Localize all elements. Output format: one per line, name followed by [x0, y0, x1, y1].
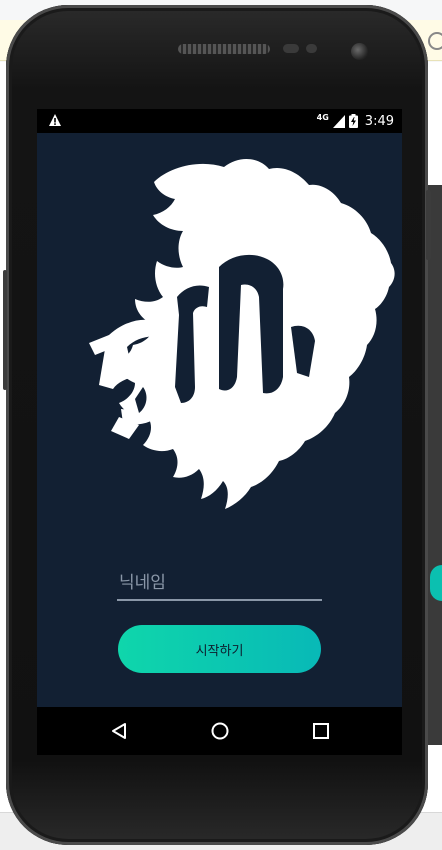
- status-clock: 3:49: [364, 113, 394, 129]
- app-screen: 시작하기: [37, 133, 402, 707]
- proximity-sensor: [283, 44, 299, 53]
- ide-side-teal-shape: [430, 565, 442, 601]
- start-button[interactable]: 시작하기: [118, 625, 321, 673]
- status-bar: 4G 3:49: [37, 109, 402, 133]
- signal-icon: [332, 114, 345, 128]
- back-triangle-icon[interactable]: [109, 721, 129, 741]
- nickname-input[interactable]: [117, 569, 324, 597]
- light-sensor: [306, 44, 317, 53]
- battery-charging-icon: [348, 114, 358, 128]
- start-button-label: 시작하기: [195, 643, 244, 659]
- network-type-label: 4G: [316, 112, 329, 122]
- ide-refresh-icon: [428, 32, 442, 50]
- device-screen: 4G 3:49 닉네임 시작하기: [37, 109, 402, 755]
- power-button: [426, 190, 431, 260]
- navigation-bar: [37, 707, 402, 755]
- lion-head-logo-icon: [89, 158, 395, 509]
- front-camera: [351, 43, 368, 60]
- earpiece-speaker: [178, 44, 270, 54]
- nickname-field[interactable]: [117, 569, 324, 601]
- volume-button: [3, 270, 7, 390]
- recents-square-icon[interactable]: [311, 721, 331, 741]
- warning-icon: [49, 114, 61, 126]
- home-circle-icon[interactable]: [210, 721, 230, 741]
